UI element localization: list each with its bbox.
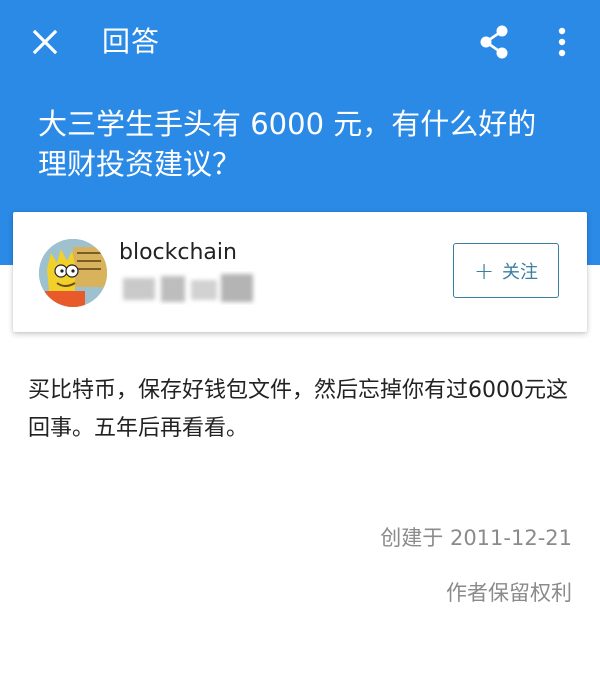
close-icon [32,29,58,55]
share-icon [480,25,508,59]
close-button[interactable] [22,22,68,62]
copyright-notice: 作者保留权利 [446,581,572,605]
blurred-author-info [123,274,253,302]
follow-label: 关注 [502,261,539,283]
follow-button[interactable]: + 关注 [453,243,559,298]
app-bar: 回答 [0,0,600,86]
page-title: 回答 [102,25,161,58]
share-button[interactable] [472,20,516,64]
more-vertical-icon [558,27,566,57]
avatar-image [39,239,107,307]
plus-icon: + [473,256,495,285]
question-title: 大三学生手头有 6000 元，有什么好的理财投资建议？ [38,107,537,181]
author-card: blockchain + 关注 [13,212,587,332]
created-date: 创建于 2011-12-21 [380,526,572,550]
more-options-button[interactable] [546,20,578,64]
avatar[interactable] [39,239,107,307]
answer-content: 买比特币，保存好钱包文件，然后忘掉你有过6000元这回事。五年后再看看。 [28,378,568,441]
author-name[interactable]: blockchain [119,240,237,265]
